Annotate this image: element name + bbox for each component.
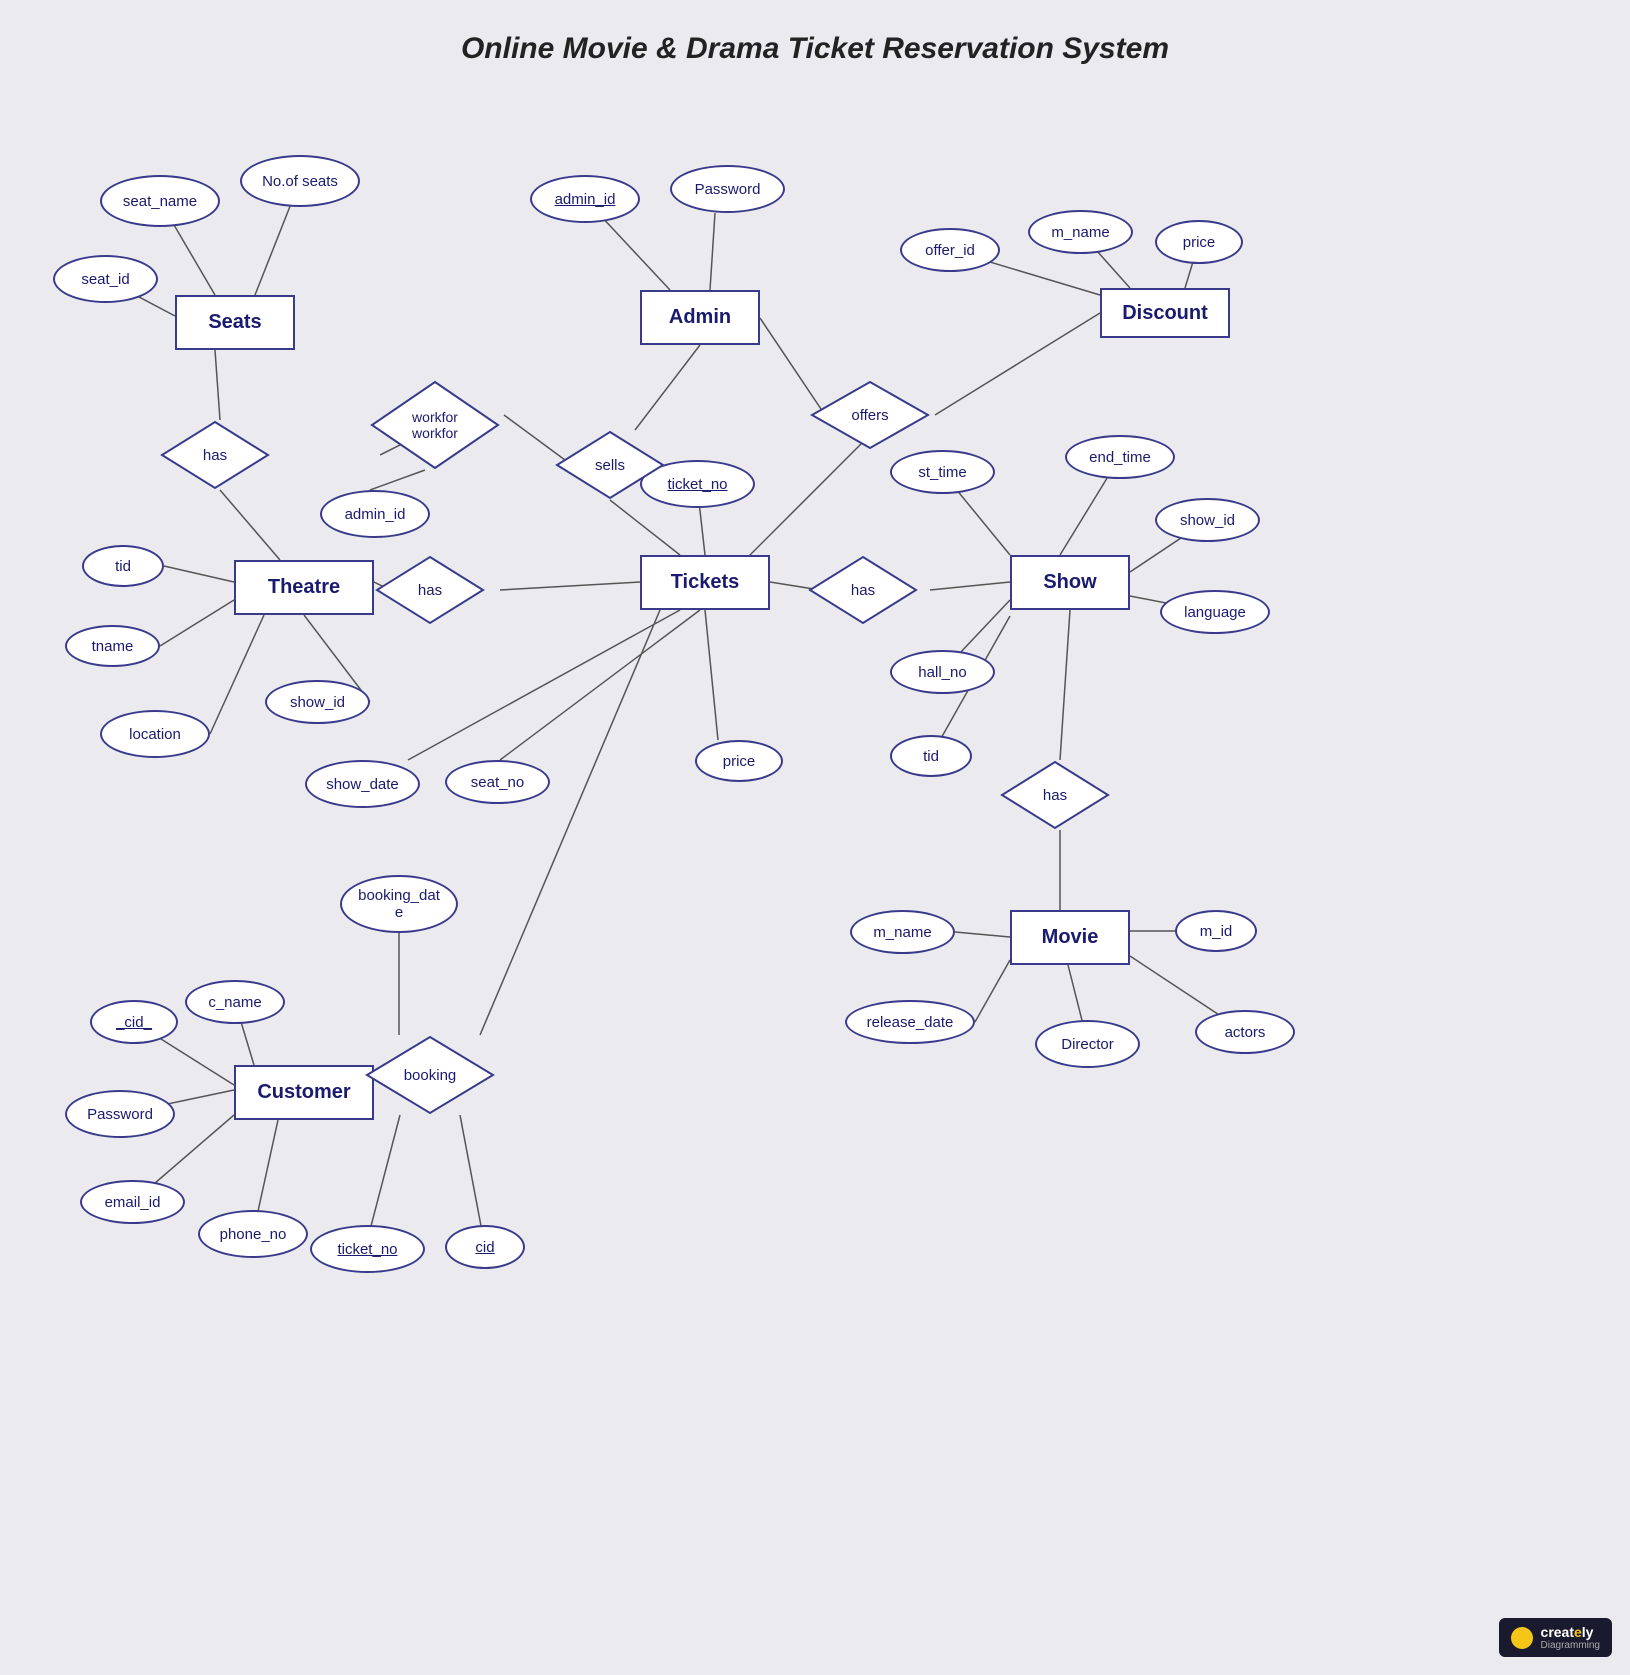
rel-has-show-movie: has bbox=[1000, 760, 1110, 830]
attr-st-time: st_time bbox=[890, 450, 995, 494]
rel-has-seats-theatre: has bbox=[160, 420, 270, 490]
attr-actors: actors bbox=[1195, 1010, 1295, 1054]
creately-logo: creately Diagramming bbox=[1499, 1618, 1612, 1657]
attr-no-of-seats: No.of seats bbox=[240, 155, 360, 207]
entity-discount: Discount bbox=[1100, 288, 1230, 338]
attr-password-cust: Password bbox=[65, 1090, 175, 1138]
entity-tickets: Tickets bbox=[640, 555, 770, 610]
attr-c-name: c_name bbox=[185, 980, 285, 1024]
entity-movie: Movie bbox=[1010, 910, 1130, 965]
attr-admin-id-rel: admin_id bbox=[320, 490, 430, 538]
attr-show-id-theatre: show_id bbox=[265, 680, 370, 724]
attr-language: language bbox=[1160, 590, 1270, 634]
attr-booking-date: booking_dat e bbox=[340, 875, 458, 933]
attr-price-tickets: price bbox=[695, 740, 783, 782]
attr-hall-no: hall_no bbox=[890, 650, 995, 694]
attr-end-time: end_time bbox=[1065, 435, 1175, 479]
rel-workfor: workfor workfor bbox=[370, 380, 500, 470]
creately-brand-text: creately bbox=[1541, 1624, 1600, 1640]
entity-show: Show bbox=[1010, 555, 1130, 610]
creately-bulb-icon bbox=[1511, 1627, 1533, 1649]
attr-tid-theatre: tid bbox=[82, 545, 164, 587]
attr-cid-booking: cid bbox=[445, 1225, 525, 1269]
attr-director: Director bbox=[1035, 1020, 1140, 1068]
attr-seat-no: seat_no bbox=[445, 760, 550, 804]
attr-ticket-no-booking: ticket_no bbox=[310, 1225, 425, 1273]
attr-email-id: email_id bbox=[80, 1180, 185, 1224]
attr-release-date: release_date bbox=[845, 1000, 975, 1044]
rel-sells: sells bbox=[555, 430, 665, 500]
entity-admin: Admin bbox=[640, 290, 760, 345]
attr-price-discount: price bbox=[1155, 220, 1243, 264]
entity-seats: Seats bbox=[175, 295, 295, 350]
attr-password-admin: Password bbox=[670, 165, 785, 213]
attr-tid-show: tid bbox=[890, 735, 972, 777]
creately-tagline: Diagramming bbox=[1541, 1640, 1600, 1651]
attr-tname: tname bbox=[65, 625, 160, 667]
attr-seat-id: seat_id bbox=[53, 255, 158, 303]
attr-show-date: show_date bbox=[305, 760, 420, 808]
entity-theatre: Theatre bbox=[234, 560, 374, 615]
rel-offers: offers bbox=[810, 380, 930, 450]
attr-location: location bbox=[100, 710, 210, 758]
attr-show-id-show: show_id bbox=[1155, 498, 1260, 542]
attr-m-name-movie: m_name bbox=[850, 910, 955, 954]
rel-has-tickets-show: has bbox=[808, 555, 918, 625]
diagram-container: Online Movie & Drama Ticket Reservation … bbox=[0, 0, 1630, 1675]
attr-m-name-discount: m_name bbox=[1028, 210, 1133, 254]
attr-admin-id-top: admin_id bbox=[530, 175, 640, 223]
rel-has-theatre-tickets: has bbox=[375, 555, 485, 625]
rel-booking: booking bbox=[365, 1035, 495, 1115]
attr-m-id: m_id bbox=[1175, 910, 1257, 952]
attr-seat-name: seat_name bbox=[100, 175, 220, 227]
connection-lines bbox=[0, 0, 1630, 1675]
entity-customer: Customer bbox=[234, 1065, 374, 1120]
attr-phone-no: phone_no bbox=[198, 1210, 308, 1258]
page-title: Online Movie & Drama Ticket Reservation … bbox=[0, 32, 1630, 66]
attr-offer-id: offer_id bbox=[900, 228, 1000, 272]
attr-cid-customer: _cid_ bbox=[90, 1000, 178, 1044]
